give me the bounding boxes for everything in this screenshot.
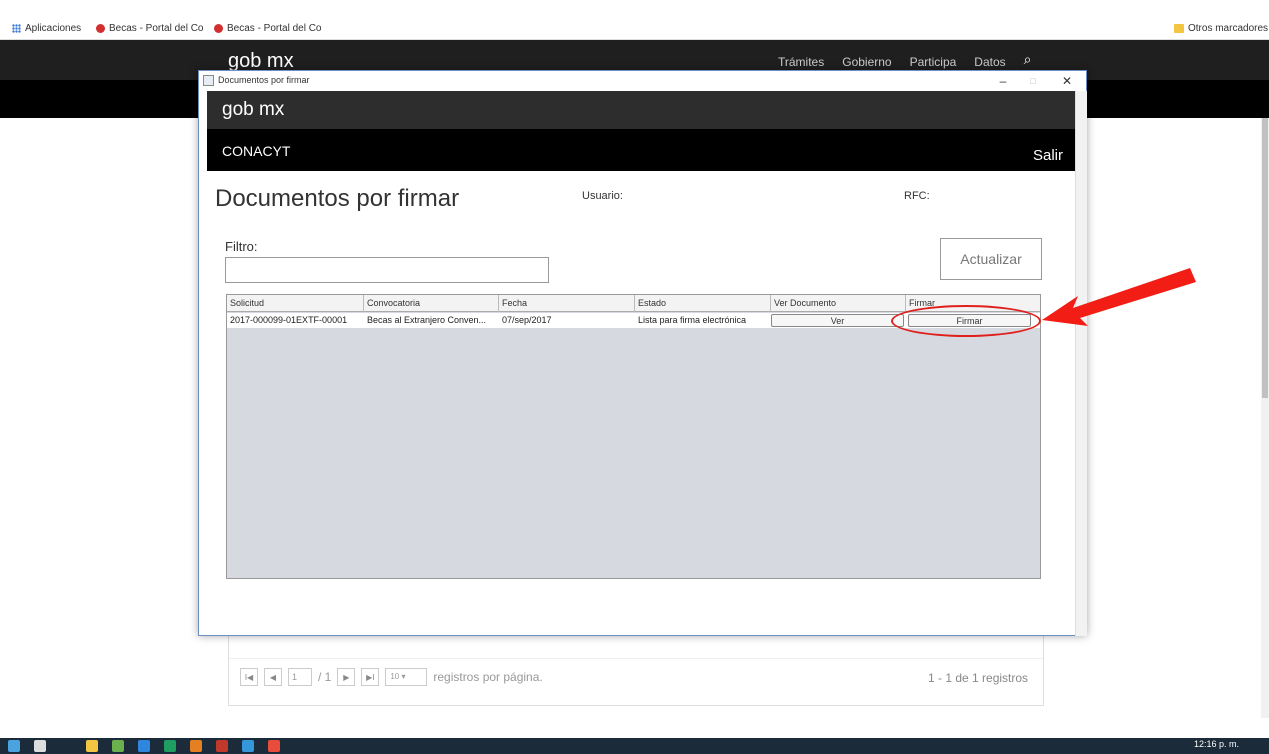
column-header[interactable]: Solicitud [227, 295, 364, 312]
app-icon[interactable] [190, 740, 202, 752]
cell-estado: Lista para firma electrónica [638, 315, 747, 325]
red-arrow-icon [1042, 268, 1196, 326]
bookmark-label: Becas - Portal del Co [227, 23, 322, 34]
dialog-subheader: CONACYT Salir [207, 129, 1075, 171]
cell-solicitud: 2017-000099-01EXTF-00001 [230, 315, 348, 325]
nav-gobierno[interactable]: Gobierno [842, 55, 891, 69]
page-scrollbar[interactable] [1261, 118, 1269, 718]
taskbar: 12:16 p. m. [0, 738, 1269, 754]
site-nav: Trámites Gobierno Participa Datos ⌕ [778, 51, 1032, 69]
app-icon[interactable] [268, 740, 280, 752]
rfc-label: RFC: [904, 190, 930, 202]
search-icon[interactable]: ⌕ [1024, 51, 1032, 69]
apps-grid-icon [12, 24, 21, 33]
page-total: / 1 [318, 670, 332, 684]
highlight-ellipse [891, 305, 1041, 337]
nav-tramites[interactable]: Trámites [778, 55, 824, 69]
logout-link[interactable]: Salir [1033, 147, 1063, 164]
next-page-button[interactable]: ▶ [337, 668, 356, 686]
dialog-scrollbar[interactable] [1075, 91, 1087, 636]
records-info: 1 - 1 de 1 registros [928, 671, 1029, 685]
bookmark-becas-2[interactable]: Becas - Portal del Co [214, 23, 322, 34]
column-header[interactable]: Ver Documento [771, 295, 906, 312]
page-title: Documentos por firmar [215, 185, 460, 212]
close-icon[interactable]: ✕ [1053, 72, 1081, 90]
red-circle-icon [96, 24, 105, 33]
view-document-button[interactable]: Ver [771, 314, 904, 327]
bookmark-label: Aplicaciones [25, 23, 82, 34]
first-page-button[interactable]: I◀ [240, 668, 258, 686]
nav-datos[interactable]: Datos [974, 55, 1005, 69]
nav-participa[interactable]: Participa [910, 55, 957, 69]
column-header[interactable]: Convocatoria [364, 295, 499, 312]
search-icon[interactable] [34, 740, 46, 752]
app-icon[interactable] [216, 740, 228, 752]
refresh-button[interactable]: Actualizar [940, 238, 1042, 280]
folder-icon [1174, 24, 1184, 33]
app-icon[interactable] [112, 740, 124, 752]
scrollbar-thumb[interactable] [1262, 118, 1268, 398]
last-page-button[interactable]: ▶I [361, 668, 380, 686]
horizontal-scrollbar[interactable] [229, 635, 1043, 659]
bookmark-apps[interactable]: Aplicaciones [12, 23, 81, 34]
filter-label: Filtro: [225, 239, 258, 254]
filter-input[interactable] [225, 257, 549, 283]
taskbar-clock: 12:16 p. m. [1193, 739, 1239, 749]
column-header[interactable]: Fecha [499, 295, 635, 312]
prev-page-button[interactable]: ◀ [264, 668, 282, 686]
documents-table: Solicitud Convocatoria Fecha Estado Ver … [226, 294, 1041, 579]
bookmark-becas-1[interactable]: Becas - Portal del Co [96, 23, 204, 34]
cell-fecha: 07/sep/2017 [502, 315, 552, 325]
org-name: CONACYT [222, 143, 291, 159]
browser-toolbar-edge [0, 0, 1269, 14]
bookmark-label: Becas - Portal del Co [109, 23, 204, 34]
bookmark-other[interactable]: Otros marcadores [1174, 23, 1268, 34]
per-page-select[interactable]: 10 ▾ [385, 668, 428, 686]
documents-dialog: Documentos por firmar – □ ✕ gob mx CONAC… [198, 70, 1087, 636]
maximize-icon[interactable]: □ [1019, 72, 1047, 90]
dialog-title: Documentos por firmar [218, 75, 310, 85]
dialog-titlebar[interactable]: Documentos por firmar – □ ✕ [199, 71, 1086, 91]
java-icon [203, 75, 214, 86]
chrome-icon[interactable] [242, 740, 254, 752]
per-page-value: 10 [390, 672, 400, 681]
cell-convocatoria: Becas al Extranjero Conven... [367, 315, 487, 325]
bookmarks-bar: Aplicaciones Becas - Portal del Co Becas… [0, 0, 1269, 40]
bookmark-label: Otros marcadores [1188, 23, 1269, 34]
app-icon[interactable] [164, 740, 176, 752]
start-icon[interactable] [8, 740, 20, 752]
red-circle-icon [214, 24, 223, 33]
minimize-icon[interactable]: – [989, 72, 1017, 90]
dialog-logo: gob mx [222, 99, 285, 120]
page-number-input[interactable]: 1 [288, 668, 312, 686]
column-header[interactable]: Estado [635, 295, 771, 312]
per-page-label: registros por página. [433, 670, 543, 684]
folder-icon[interactable] [86, 740, 98, 752]
user-label: Usuario: [582, 190, 623, 202]
app-icon[interactable] [138, 740, 150, 752]
pagination: I◀ ◀ 1 / 1 ▶ ▶I 10 ▾ registros por págin… [240, 668, 543, 686]
dialog-header: gob mx [207, 91, 1075, 129]
